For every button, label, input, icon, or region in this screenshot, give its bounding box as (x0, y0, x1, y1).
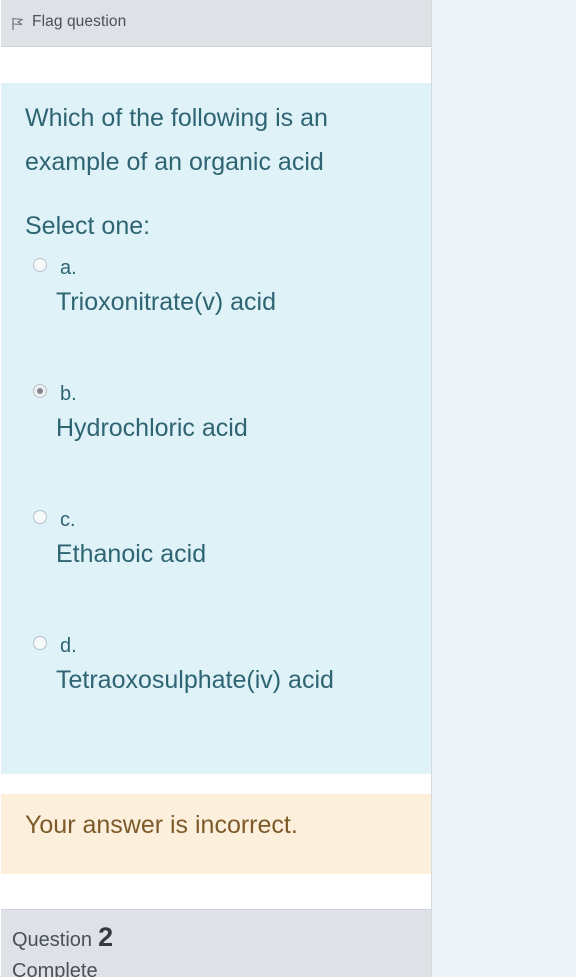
option-b-radio[interactable] (33, 384, 47, 398)
question-status: Complete (12, 960, 98, 977)
flag-question-bar[interactable]: Flag question (1, 0, 431, 47)
option-a-radio[interactable] (33, 258, 47, 272)
flag-question-label[interactable]: Flag question (32, 13, 126, 31)
question-label: Question (12, 929, 93, 951)
column-border (431, 0, 432, 976)
flag-icon[interactable] (12, 17, 24, 31)
option-b-letter: b. (60, 383, 77, 405)
question-text: Which of the following is an example of … (25, 104, 328, 176)
option-a-text[interactable]: Trioxonitrate(v) acid (56, 288, 276, 317)
option-d-radio[interactable] (33, 636, 47, 650)
question-number: 2 (98, 922, 114, 952)
question-number-label: Question 2 (12, 922, 113, 953)
option-b-text[interactable]: Hydrochloric acid (56, 414, 248, 443)
option-d-text[interactable]: Tetraoxosulphate(iv) acid (56, 666, 334, 695)
next-question-header: Question 2 Complete (1, 909, 431, 977)
option-c-letter: c. (60, 509, 76, 531)
feedback-text: Your answer is incorrect. (25, 811, 298, 839)
option-a-letter: a. (60, 257, 77, 279)
option-c-text[interactable]: Ethanoic acid (56, 540, 206, 569)
select-one-prompt: Select one: (25, 212, 151, 240)
option-d-letter: d. (60, 635, 77, 657)
option-c-radio[interactable] (33, 510, 47, 524)
